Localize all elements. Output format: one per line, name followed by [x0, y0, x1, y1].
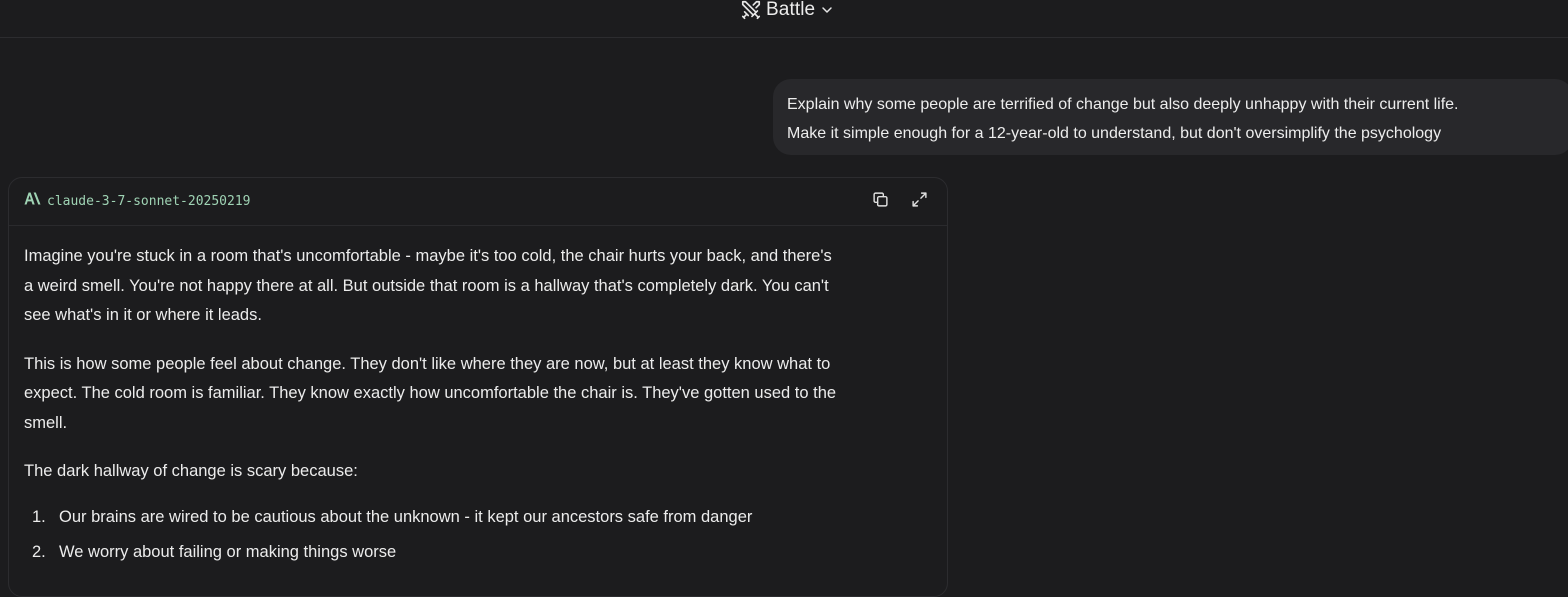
swords-icon — [740, 0, 762, 21]
expand-icon — [911, 191, 928, 213]
expand-button[interactable] — [909, 192, 929, 212]
list-number: 1. — [32, 507, 46, 526]
copy-button[interactable] — [870, 192, 890, 212]
list-item: 2. We worry about failing or making thin… — [24, 541, 939, 563]
paragraph-line: a weird smell. You're not happy there at… — [24, 276, 829, 295]
paragraph-line: Imagine you're stuck in a room that's un… — [24, 247, 832, 265]
list-item: 1. Our brains are wired to be cautious a… — [24, 506, 939, 528]
response-paragraph: This is how some people feel about chang… — [24, 350, 939, 439]
response-paragraph: The dark hallway of change is scary beca… — [24, 457, 939, 487]
user-message-bubble: Explain why some people are terrified of… — [773, 79, 1568, 155]
model-response-card: claude-3-7-sonnet-20250219 Imagine you'r… — [8, 177, 948, 597]
anthropic-logo-icon — [24, 192, 41, 210]
list-number: 2. — [32, 542, 46, 561]
user-message-line: Make it simple enough for a 12-year-old … — [787, 125, 1442, 142]
user-message-line: Explain why some people are terrified of… — [787, 96, 1459, 113]
list-item-text: We worry about failing or making things … — [59, 542, 397, 561]
response-header: claude-3-7-sonnet-20250219 — [9, 178, 947, 226]
list-item-text: Our brains are wired to be cautious abou… — [59, 507, 753, 526]
paragraph-line: smell. — [24, 413, 68, 432]
paragraph-line: see what's in it or where it leads. — [24, 306, 262, 324]
mode-selector[interactable]: Battle — [740, 0, 835, 22]
copy-icon — [872, 191, 889, 213]
response-paragraph: Imagine you're stuck in a room that's un… — [24, 242, 939, 331]
model-name: claude-3-7-sonnet-20250219 — [47, 193, 251, 209]
paragraph-line: This is how some people feel about chang… — [24, 354, 831, 373]
paragraph-line: expect. The cold room is familiar. They … — [24, 384, 837, 402]
mode-label: Battle — [766, 0, 816, 20]
top-bar: Battle — [0, 0, 1568, 38]
chevron-down-icon — [819, 2, 835, 18]
paragraph-line: The dark hallway of change is scary beca… — [24, 462, 358, 480]
model-label: claude-3-7-sonnet-20250219 — [24, 192, 251, 210]
response-body: Imagine you're stuck in a room that's un… — [24, 242, 939, 576]
